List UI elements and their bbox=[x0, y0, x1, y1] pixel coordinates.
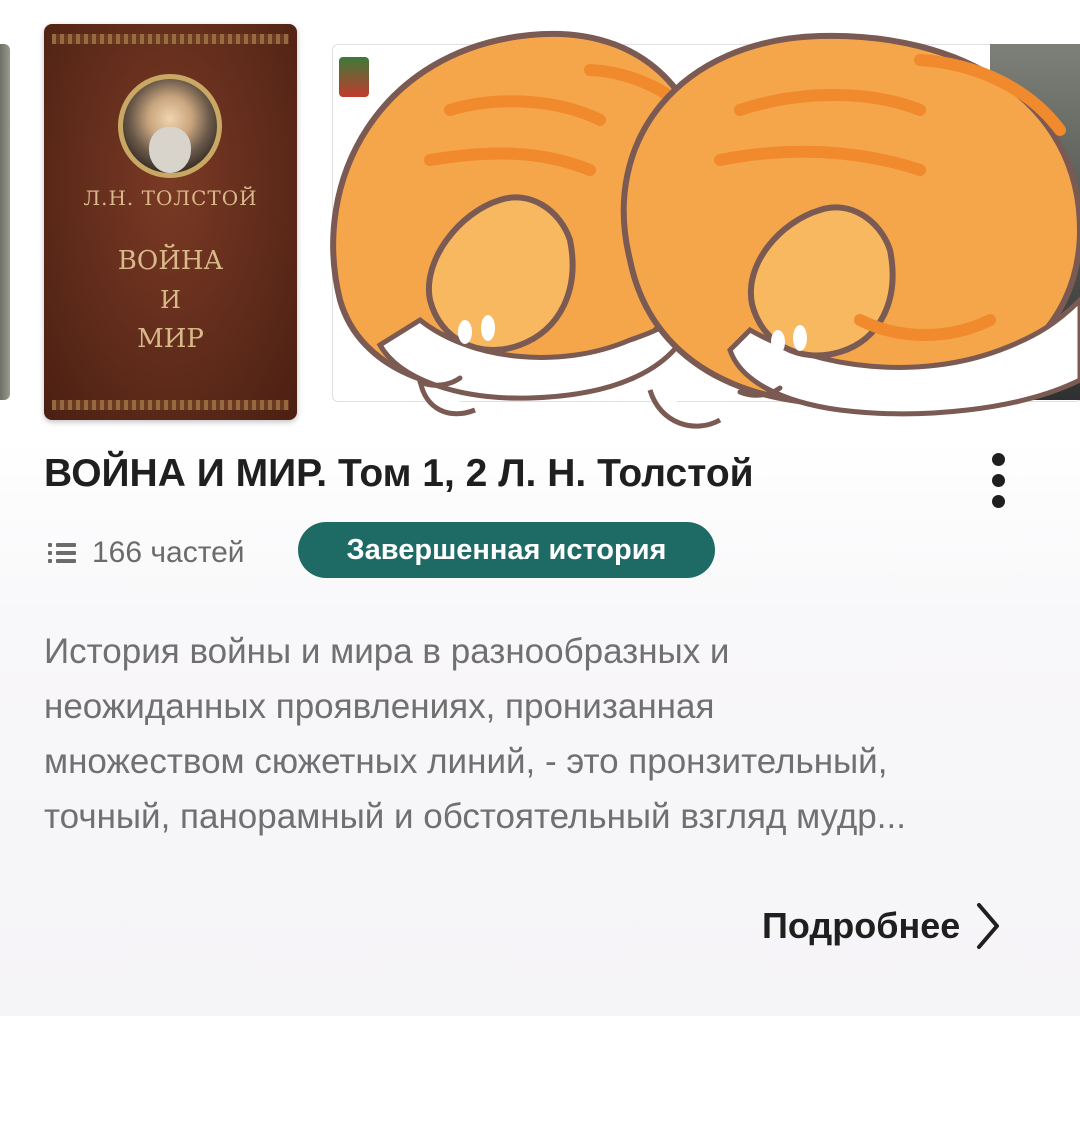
parts-label: 166 частей bbox=[92, 536, 245, 569]
description-line: История войны и мира в разнообразных и bbox=[44, 632, 730, 671]
book-title[interactable]: ВОЙНА И МИР. Том 1, 2 Л. Н. Толстой bbox=[44, 452, 754, 496]
parts-count: 166 частей bbox=[48, 536, 245, 570]
more-vert-icon[interactable] bbox=[978, 448, 1018, 512]
details-label: Подробнее bbox=[762, 905, 961, 946]
title-row: ВОЙНА И МИР. Том 1, 2 Л. Н. Толстой bbox=[44, 448, 1034, 508]
cover-ornament-top bbox=[52, 34, 289, 44]
chevron-right-icon bbox=[977, 903, 1000, 949]
cover-title-line-3: МИР bbox=[137, 324, 204, 354]
cover-ornament-bottom bbox=[52, 400, 289, 410]
description: История войны и мира в разнообразных и н… bbox=[44, 624, 1044, 844]
list-icon bbox=[48, 541, 76, 565]
cover-title-line-1: ВОЙНА bbox=[117, 246, 224, 276]
menu-dot bbox=[991, 452, 1005, 466]
status-badge: Завершенная история bbox=[298, 522, 715, 578]
previous-cover[interactable] bbox=[0, 44, 10, 400]
portrait-beard bbox=[149, 127, 191, 173]
author-portrait bbox=[118, 74, 222, 178]
story-card: Л.Н. ТОЛСТОЙ ВОЙНА И МИР ВОЙНА И МИР. То… bbox=[0, 0, 1080, 1016]
details-button[interactable]: Подробнее bbox=[762, 896, 1002, 956]
cat-sticker-overlay bbox=[330, 30, 1080, 429]
description-line: точный, панорамный и обстоятельный взгля… bbox=[44, 797, 906, 836]
menu-dot bbox=[991, 473, 1005, 487]
menu-dot bbox=[991, 494, 1005, 508]
cover-author: Л.Н. ТОЛСТОЙ bbox=[83, 186, 258, 210]
cover-title-line-2: И bbox=[160, 286, 181, 314]
description-line: неожиданных проявлениях, пронизанная bbox=[44, 687, 715, 726]
meta-row: 166 частей Завершенная история bbox=[44, 522, 1034, 580]
book-cover[interactable]: Л.Н. ТОЛСТОЙ ВОЙНА И МИР bbox=[44, 24, 297, 420]
description-line: множеством сюжетных линий, - это пронзит… bbox=[44, 742, 888, 781]
cat-sticker-right bbox=[620, 32, 1080, 429]
